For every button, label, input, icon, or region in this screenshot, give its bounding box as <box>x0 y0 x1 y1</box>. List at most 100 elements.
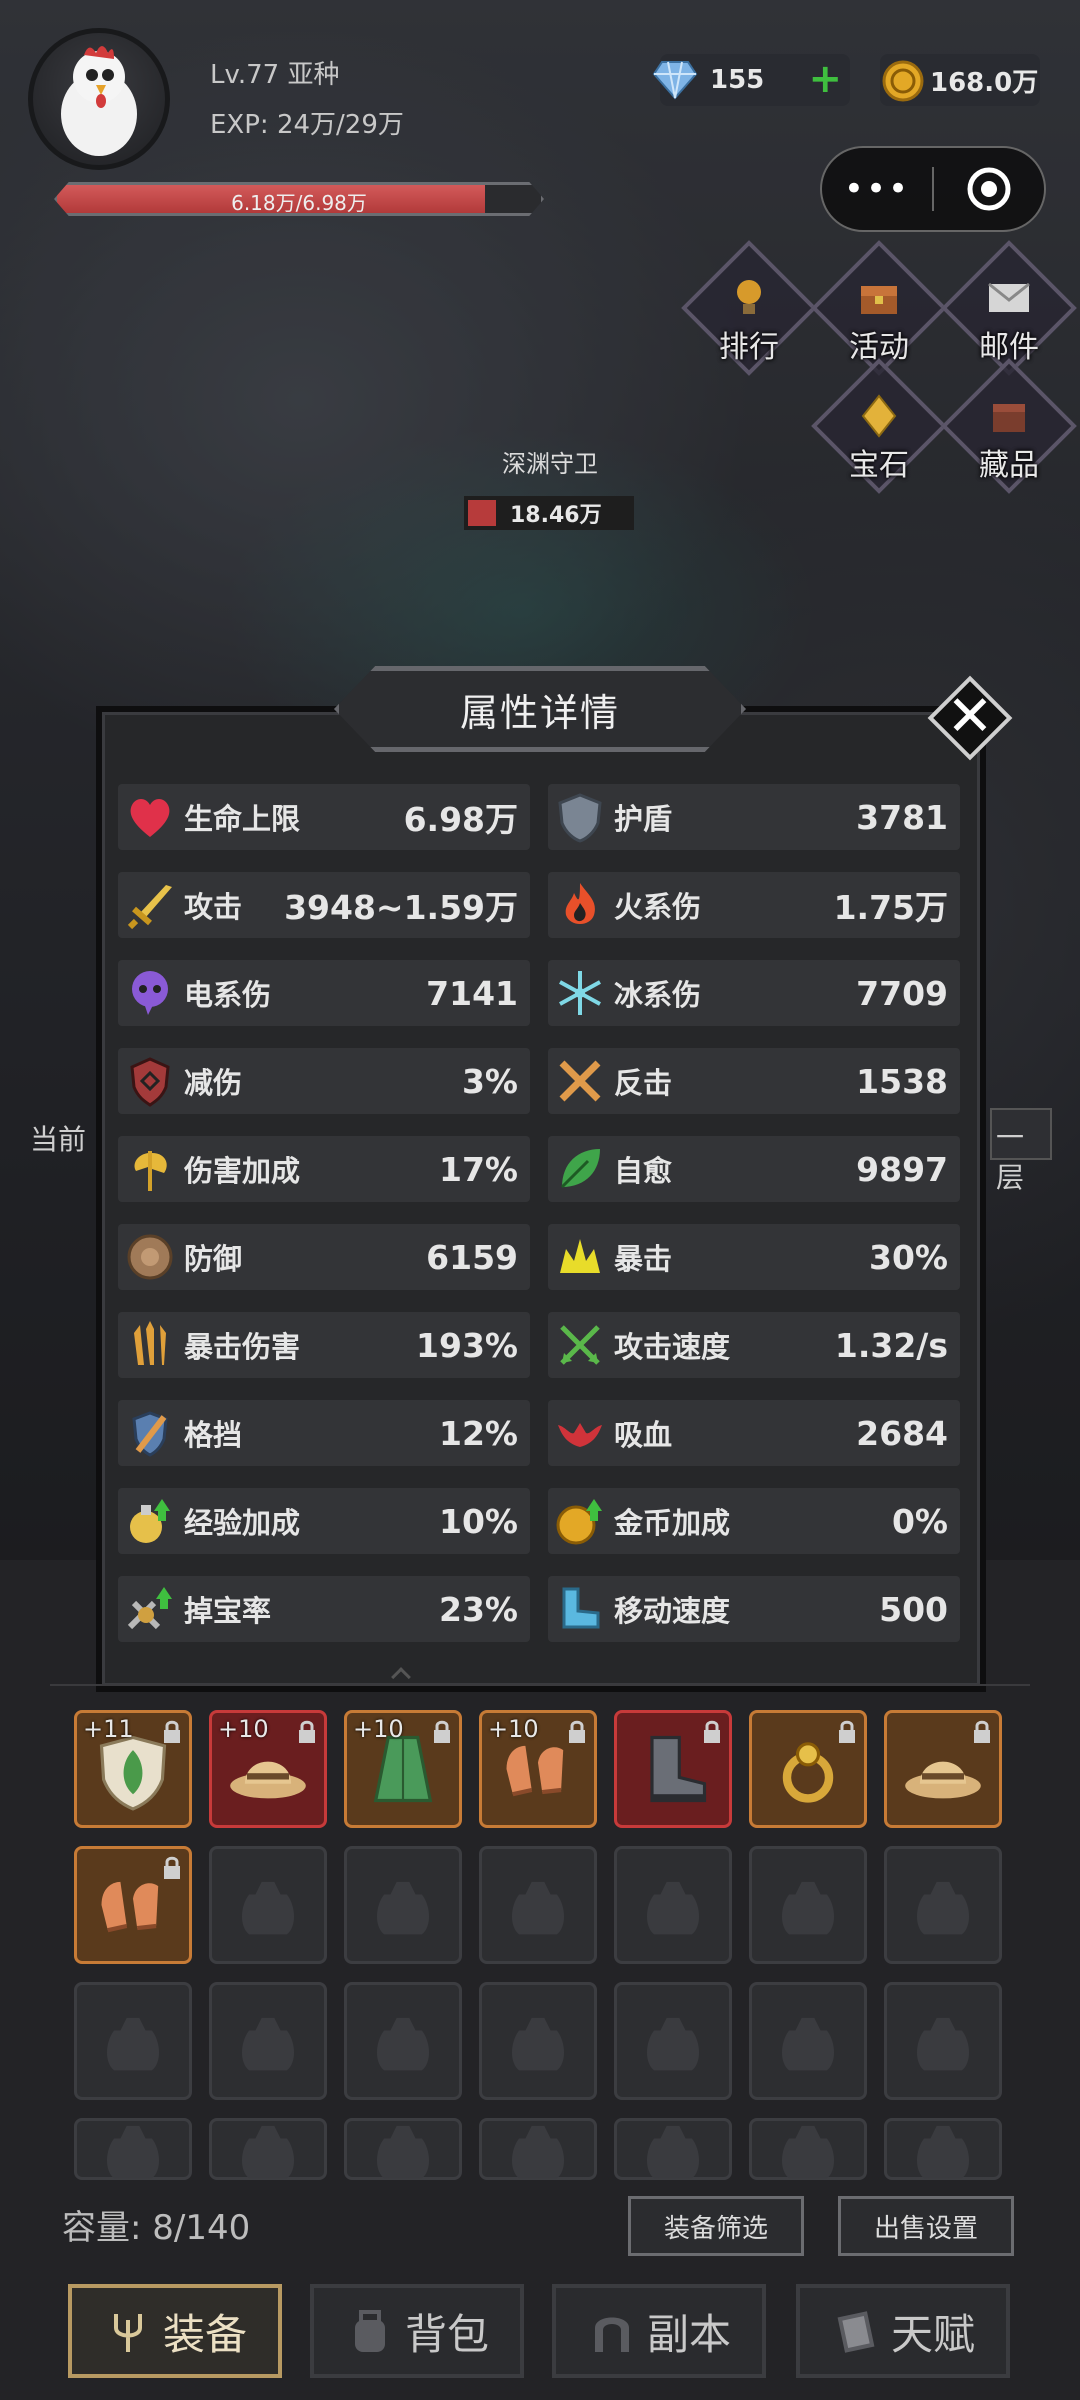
empty-inventory-slot[interactable] <box>344 2118 462 2180</box>
inventory-item-slot[interactable] <box>884 1710 1002 1828</box>
backpack-icon <box>354 2310 385 2352</box>
lock-icon[interactable] <box>161 1719 183 1749</box>
inventory-item-slot[interactable]: +10 <box>344 1710 462 1828</box>
tab-label: 装备 <box>162 2309 247 2359</box>
boss-hp-fill <box>468 500 496 526</box>
empty-inventory-slot[interactable] <box>479 1982 597 2100</box>
empty-inventory-slot[interactable] <box>614 1846 732 1964</box>
empty-bag-icon <box>376 2017 430 2071</box>
stat-icon-wrap <box>122 1405 178 1461</box>
gem-counter[interactable]: 155 + <box>652 54 850 106</box>
stat-icon-wrap <box>122 789 178 845</box>
trident-icon <box>113 2314 142 2352</box>
stat-row: 掉宝率 23% <box>118 1576 530 1642</box>
stat-name: 金币加成 <box>614 1506 731 1540</box>
enhance-level: +10 <box>218 1715 269 1743</box>
inventory-item-slot[interactable]: +10 <box>479 1710 597 1828</box>
floor-button[interactable]: 一层 <box>990 1108 1052 1194</box>
snowflake-icon <box>559 971 601 1015</box>
empty-inventory-slot[interactable] <box>884 1982 1002 2100</box>
collection-label: 藏品 <box>979 448 1039 483</box>
avatar[interactable] <box>28 28 170 170</box>
stat-row: 反击 1538 <box>548 1048 960 1114</box>
boot-icon <box>562 1587 600 1629</box>
stat-icon-wrap <box>552 1493 608 1549</box>
enhance-level: +10 <box>353 1715 404 1743</box>
stat-row: 经验加成 10% <box>118 1488 530 1554</box>
mini-program-capsule: ••• <box>820 146 1046 232</box>
inventory-item-slot[interactable] <box>74 1846 192 1964</box>
gold-count: 168.0万 <box>930 67 1039 98</box>
chicken-avatar-icon <box>61 46 137 156</box>
lock-icon[interactable] <box>161 1855 183 1885</box>
close-dialog-button[interactable]: ✕ <box>927 675 1013 761</box>
lock-icon[interactable] <box>836 1719 858 1749</box>
empty-bag-icon <box>781 2125 835 2179</box>
stat-row: 火系伤 1.75万 <box>548 872 960 938</box>
gold-counter[interactable]: 168.0万 <box>880 54 1040 106</box>
tab-dungeon-gate[interactable]: 副本 <box>552 2284 766 2378</box>
empty-inventory-slot[interactable] <box>209 1846 327 1964</box>
empty-bag-icon <box>511 2017 565 2071</box>
stat-name: 移动速度 <box>614 1594 731 1628</box>
close-miniprogram-icon[interactable] <box>934 165 1044 213</box>
stat-value: 6.98万 <box>403 800 518 839</box>
empty-inventory-slot[interactable] <box>614 2118 732 2180</box>
damage-reduction-shield-icon <box>130 1057 170 1107</box>
lock-icon[interactable] <box>701 1719 723 1749</box>
empty-inventory-slot[interactable] <box>209 2118 327 2180</box>
dialog-title-banner: 属性详情 <box>334 666 746 752</box>
empty-inventory-slot[interactable] <box>209 1982 327 2100</box>
inventory-item-slot[interactable] <box>614 1710 732 1828</box>
stat-row: 暴击伤害 193% <box>118 1312 530 1378</box>
stat-name: 电系伤 <box>184 978 272 1012</box>
mail-button[interactable]: 邮件 <box>941 240 1077 376</box>
collection-button[interactable]: 藏品 <box>941 358 1077 494</box>
sell-settings-button[interactable]: 出售设置 <box>838 2196 1014 2256</box>
inventory-item-slot[interactable]: +11 <box>74 1710 192 1828</box>
stat-row: 减伤 3% <box>118 1048 530 1114</box>
empty-inventory-slot[interactable] <box>749 1982 867 2100</box>
stat-name: 格挡 <box>184 1418 243 1452</box>
lock-icon[interactable] <box>971 1719 993 1749</box>
empty-inventory-slot[interactable] <box>749 1846 867 1964</box>
empty-inventory-slot[interactable] <box>344 1846 462 1964</box>
rank-button[interactable]: 排行 <box>681 240 817 376</box>
inventory-item-slot[interactable]: +10 <box>209 1710 327 1828</box>
tab-icon-wrap <box>587 2306 637 2356</box>
empty-inventory-slot[interactable] <box>344 1982 462 2100</box>
equipment-filter-button[interactable]: 装备筛选 <box>628 2196 804 2256</box>
inventory-item-slot[interactable] <box>749 1710 867 1828</box>
gem-button[interactable]: 宝石 <box>811 358 947 494</box>
stat-value: 30% <box>869 1237 948 1277</box>
empty-inventory-slot[interactable] <box>479 2118 597 2180</box>
empty-inventory-slot[interactable] <box>74 1982 192 2100</box>
inventory-capacity: 容量: 8/140 <box>62 2208 251 2248</box>
empty-inventory-slot[interactable] <box>884 2118 1002 2180</box>
tab-icon-wrap <box>345 2306 395 2356</box>
empty-inventory-slot[interactable] <box>74 2118 192 2180</box>
stat-name: 暴击伤害 <box>184 1330 301 1364</box>
empty-inventory-slot[interactable] <box>749 2118 867 2180</box>
stat-icon-wrap <box>122 965 178 1021</box>
tab-backpack[interactable]: 背包 <box>310 2284 524 2378</box>
activity-button[interactable]: 活动 <box>811 240 947 376</box>
lock-icon[interactable] <box>296 1719 318 1749</box>
empty-bag-icon <box>376 1881 430 1935</box>
enhance-level: +11 <box>83 1715 134 1743</box>
rank-label: 排行 <box>719 330 779 365</box>
player-hp-bar: 6.18万/6.98万 <box>54 182 544 216</box>
stat-value: 12% <box>439 1413 518 1453</box>
lock-icon[interactable] <box>566 1719 588 1749</box>
sword-icon <box>127 885 172 930</box>
leaf-icon <box>560 1149 600 1189</box>
tab-talent-book[interactable]: 天赋 <box>796 2284 1010 2378</box>
hp-bar-text: 6.18万/6.98万 <box>231 191 367 215</box>
empty-inventory-slot[interactable] <box>479 1846 597 1964</box>
lock-icon[interactable] <box>431 1719 453 1749</box>
add-gems-icon[interactable]: + <box>808 59 842 99</box>
empty-inventory-slot[interactable] <box>614 1982 732 2100</box>
more-options-icon[interactable]: ••• <box>822 169 932 209</box>
tab-trident[interactable]: 装备 <box>68 2284 282 2378</box>
empty-inventory-slot[interactable] <box>884 1846 1002 1964</box>
